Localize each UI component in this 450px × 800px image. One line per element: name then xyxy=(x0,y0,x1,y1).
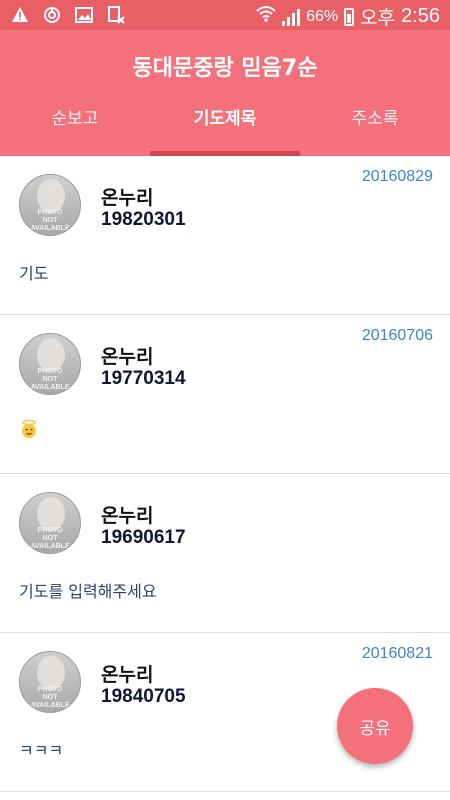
avatar: PHOTO NOT AVAILABLE xyxy=(19,492,81,554)
warning-icon xyxy=(10,5,30,25)
status-bar: 66% 오후 2:56 xyxy=(0,0,450,30)
prayer-text: ㅋㅋㅋ xyxy=(19,741,64,760)
list-item[interactable]: PHOTO NOT AVAILABLE 온누리 19770314 20160706 xyxy=(0,315,450,474)
app-bar: 동대문중랑 믿음7순 순보고 기도제목 주소록 xyxy=(0,30,450,156)
member-name: 온누리 xyxy=(101,664,154,686)
post-date: 20160706 xyxy=(361,327,433,344)
list-item[interactable]: PHOTO NOT AVAILABLE 온누리 19690617 기도를 입력해주세… xyxy=(0,474,450,633)
member-name: 온누리 xyxy=(101,187,154,209)
page-title: 동대문중랑 믿음7순 xyxy=(132,56,318,81)
post-date: 20160829 xyxy=(361,168,433,185)
battery-percent: 66% xyxy=(306,7,339,25)
avatar: PHOTO NOT AVAILABLE xyxy=(19,651,81,713)
tab-prayer[interactable]: 기도제목 xyxy=(150,104,300,156)
member-name: 온누리 xyxy=(101,346,154,368)
member-birthdate: 19770314 xyxy=(101,368,186,389)
avatar: PHOTO NOT AVAILABLE xyxy=(19,174,81,236)
clock: 2:56 xyxy=(401,5,440,27)
prayer-text: 기도 xyxy=(19,264,49,283)
prayer-text: 기도를 입력해주세요 xyxy=(19,582,157,601)
image-icon xyxy=(74,5,94,25)
post-date: 20160821 xyxy=(361,645,433,662)
share-button[interactable]: 공유 xyxy=(337,688,413,764)
avatar: PHOTO NOT AVAILABLE xyxy=(19,333,81,395)
document-x-icon xyxy=(106,5,126,25)
member-birthdate: 19840705 xyxy=(101,686,186,707)
tab-report[interactable]: 순보고 xyxy=(0,104,150,156)
tab-contacts[interactable]: 주소록 xyxy=(300,104,450,156)
battery-icon xyxy=(344,7,355,26)
power-icon xyxy=(42,5,62,25)
ampm-label: 오후 xyxy=(360,8,396,29)
tab-bar: 순보고 기도제목 주소록 xyxy=(0,104,450,156)
member-birthdate: 19820301 xyxy=(101,209,186,230)
angel-face-emoji xyxy=(22,419,36,438)
list-item[interactable]: PHOTO NOT AVAILABLE 온누리 19820301 20160829 … xyxy=(0,156,450,315)
wifi-icon xyxy=(256,5,276,28)
signal-icon xyxy=(282,8,301,26)
member-name: 온누리 xyxy=(101,505,154,527)
member-birthdate: 19690617 xyxy=(101,527,186,548)
